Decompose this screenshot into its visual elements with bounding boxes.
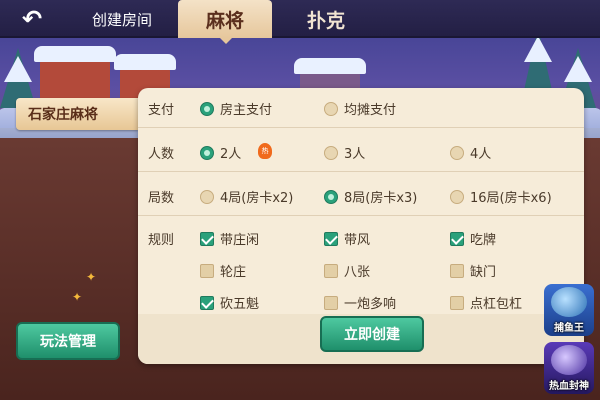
rounds-option-8[interactable]: 8局(房卡x3) <box>324 187 417 206</box>
rule-kan-wukui[interactable]: 砍五魁 <box>200 293 259 312</box>
rule-with-wind[interactable]: 带风 <box>324 229 370 248</box>
hot-badge-icon: 热 <box>258 143 272 159</box>
rule-with-banker[interactable]: 带庄闲 <box>200 229 259 248</box>
radio-icon <box>450 145 464 160</box>
option-label: 4人 <box>470 147 492 162</box>
players-option-4[interactable]: 4人 <box>450 143 491 162</box>
radio-icon <box>200 189 214 204</box>
radio-icon <box>324 189 338 204</box>
rule-eight-tiles[interactable]: 八张 <box>324 261 370 280</box>
rule-multi-win[interactable]: 一炮多响 <box>324 293 396 312</box>
option-label: 16局(房卡x6) <box>470 191 552 206</box>
create-now-button[interactable]: 立即创建 <box>320 316 424 352</box>
promo-label: 捕鱼王 <box>554 323 584 334</box>
checkbox-icon <box>450 231 464 246</box>
pay-row: 支付 房主支付 均摊支付 <box>138 88 584 128</box>
option-label: 一炮多响 <box>344 297 397 312</box>
option-label: 点杠包杠 <box>470 297 523 312</box>
radio-icon <box>200 145 214 160</box>
checkbox-icon <box>200 263 214 278</box>
checkbox-icon <box>200 231 214 246</box>
option-label: 房主支付 <box>220 103 273 118</box>
option-label: 4局(房卡x2) <box>220 191 294 206</box>
rule-missing-suit[interactable]: 缺门 <box>450 261 496 280</box>
page-title: 创建房间 <box>92 11 153 29</box>
top-bar: ↶ 创建房间 麻将 扑克 <box>0 0 600 44</box>
manage-rules-button[interactable]: 玩法管理 <box>16 322 120 360</box>
promo-fish-king[interactable]: 捕鱼王 <box>544 284 594 336</box>
option-label: 8局(房卡x3) <box>344 191 418 206</box>
option-label: 砍五魁 <box>220 297 260 312</box>
rule-kong-pay[interactable]: 点杠包杠 <box>450 293 522 312</box>
fish-king-icon <box>551 287 587 317</box>
back-arrow-icon: ↶ <box>21 5 43 33</box>
checkbox-icon <box>324 263 338 278</box>
pay-label: 支付 <box>148 103 175 118</box>
players-option-3[interactable]: 3人 <box>324 143 365 162</box>
checkbox-icon <box>450 263 464 278</box>
promo-fengshen[interactable]: 热血封神 <box>544 342 594 394</box>
room-options-panel: 支付 房主支付 均摊支付 人数 2人 热 3人 4人 局数 4局(房卡x2) 8… <box>138 88 584 364</box>
checkbox-icon <box>324 231 338 246</box>
radio-icon <box>450 189 464 204</box>
players-label: 人数 <box>148 147 175 162</box>
back-button[interactable]: ↶ <box>10 5 54 33</box>
tab-mahjong[interactable]: 麻将 <box>178 0 272 44</box>
pay-option-owner[interactable]: 房主支付 <box>200 99 272 118</box>
pay-option-split[interactable]: 均摊支付 <box>324 99 396 118</box>
rounds-option-4[interactable]: 4局(房卡x2) <box>200 187 293 206</box>
sparkle-icon: ✦ <box>86 270 97 284</box>
checkbox-icon <box>200 295 214 310</box>
rule-chow[interactable]: 吃牌 <box>450 229 496 248</box>
sparkle-icon: ✦ <box>72 290 83 304</box>
option-label: 2人 <box>220 147 242 162</box>
rounds-label: 局数 <box>148 191 175 206</box>
option-label: 3人 <box>344 147 366 162</box>
option-label: 均摊支付 <box>344 103 397 118</box>
checkbox-icon <box>324 295 338 310</box>
option-label: 带庄闲 <box>220 233 260 248</box>
rounds-row: 局数 4局(房卡x2) 8局(房卡x3) 16局(房卡x6) <box>138 176 584 216</box>
players-option-2[interactable]: 2人 <box>200 143 241 162</box>
players-row: 人数 2人 热 3人 4人 <box>138 132 584 172</box>
fengshen-icon <box>551 345 587 375</box>
radio-icon <box>324 145 338 160</box>
radio-icon <box>200 101 214 116</box>
house-decoration <box>34 46 116 100</box>
rules-label: 规则 <box>148 233 175 248</box>
option-label: 吃牌 <box>470 233 497 248</box>
option-label: 带风 <box>344 233 371 248</box>
category-shijiazhuang-mahjong[interactable]: 石家庄麻将 <box>16 98 150 130</box>
option-label: 八张 <box>344 265 371 280</box>
option-label: 缺门 <box>470 265 497 280</box>
rule-rotate-banker[interactable]: 轮庄 <box>200 261 246 280</box>
checkbox-icon <box>450 295 464 310</box>
rounds-option-16[interactable]: 16局(房卡x6) <box>450 187 552 206</box>
option-label: 轮庄 <box>220 265 247 280</box>
radio-icon <box>324 101 338 116</box>
tab-poker[interactable]: 扑克 <box>279 0 373 38</box>
promo-label: 热血封神 <box>549 381 589 392</box>
